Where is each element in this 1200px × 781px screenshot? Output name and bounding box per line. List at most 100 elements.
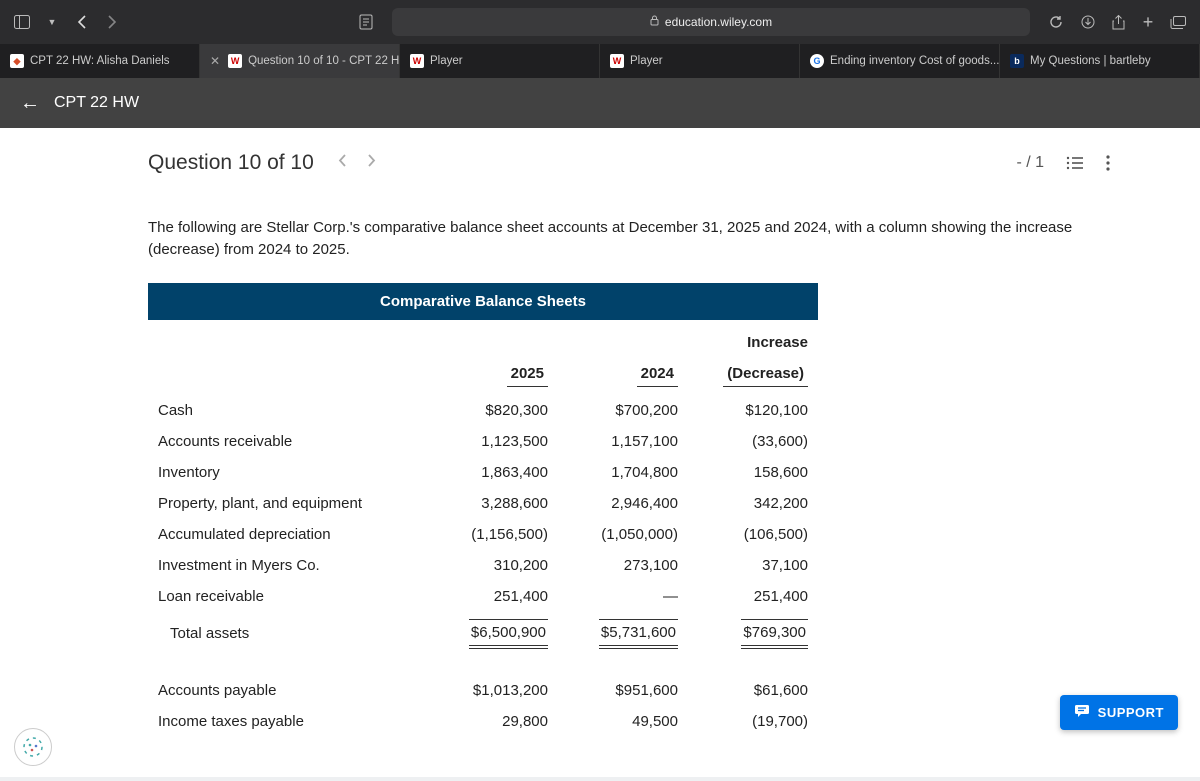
table-row: Accumulated depreciation(1,156,500)(1,05… — [148, 519, 818, 550]
tabs-overview-button[interactable] — [1164, 8, 1192, 36]
row-label: Accounts receivable — [148, 426, 428, 457]
cell-change: 342,200 — [688, 488, 818, 519]
table-row: Investment in Myers Co.310,200273,10037,… — [148, 550, 818, 581]
cell-2024: — — [558, 581, 688, 612]
cell-change: (106,500) — [688, 519, 818, 550]
favicon-wiley-icon: W — [228, 54, 242, 68]
cell-2024: 49,500 — [558, 706, 688, 737]
balance-sheet-table: Comparative Balance Sheets Increase 2025… — [148, 283, 818, 737]
table-row: Property, plant, and equipment3,288,6002… — [148, 488, 818, 519]
nav-forward-button[interactable] — [98, 8, 126, 36]
chat-icon — [1074, 704, 1090, 721]
cell-2025: 1,123,500 — [428, 426, 558, 457]
back-arrow-button[interactable]: ← — [20, 92, 40, 115]
cell-2024: $951,600 — [558, 656, 688, 706]
cell-change: (33,600) — [688, 426, 818, 457]
page-indicator: - / 1 — [1016, 154, 1044, 172]
row-label: Accumulated depreciation — [148, 519, 428, 550]
cell-change: 37,100 — [688, 550, 818, 581]
tab-label: My Questions | bartleby — [1030, 55, 1151, 67]
cell-2024: 1,157,100 — [558, 426, 688, 457]
total-assets-row: Total assets $6,500,900 $5,731,600 $769,… — [148, 612, 818, 656]
tab-item[interactable]: W Player — [400, 44, 600, 78]
cell-2025: 310,200 — [428, 550, 558, 581]
row-label: Income taxes payable — [148, 706, 428, 737]
cell-change: 251,400 — [688, 581, 818, 612]
favicon-bartleby-icon: b — [1010, 54, 1024, 68]
support-button[interactable]: SUPPORT — [1060, 695, 1178, 730]
new-tab-button[interactable]: + — [1134, 8, 1162, 36]
row-label: Accounts payable — [148, 656, 428, 706]
col-change-bottom: (Decrease) — [688, 351, 818, 395]
tab-item[interactable]: G Ending inventory Cost of goods... — [800, 44, 1000, 78]
table-row: Accounts receivable1,123,5001,157,100(33… — [148, 426, 818, 457]
cell-change: 158,600 — [688, 457, 818, 488]
row-label: Inventory — [148, 457, 428, 488]
downloads-button[interactable] — [1074, 8, 1102, 36]
favicon-wiley-icon: W — [410, 54, 424, 68]
address-bar[interactable]: education.wiley.com — [392, 8, 1030, 36]
tab-label: Player — [630, 55, 663, 67]
tab-item[interactable]: ✕ W Question 10 of 10 - CPT 22 HW — [200, 44, 400, 78]
tab-item[interactable]: ◆ CPT 22 HW: Alisha Daniels — [0, 44, 200, 78]
tab-strip: ◆ CPT 22 HW: Alisha Daniels ✕ W Question… — [0, 44, 1200, 78]
cell-change: $120,100 — [688, 395, 818, 426]
row-label: Investment in Myers Co. — [148, 550, 428, 581]
cell-2024: 2,946,400 — [558, 488, 688, 519]
close-icon[interactable]: ✕ — [210, 54, 220, 68]
favicon-wiley-icon: W — [610, 54, 624, 68]
sidebar-toggle-icon[interactable] — [8, 8, 36, 36]
cell-2025: (1,156,500) — [428, 519, 558, 550]
cell-2025: 29,800 — [428, 706, 558, 737]
list-icon[interactable] — [1066, 156, 1084, 170]
lock-icon — [650, 15, 659, 29]
row-label: Cash — [148, 395, 428, 426]
question-bar: Question 10 of 10 - / 1 — [0, 128, 1200, 199]
row-label: Property, plant, and equipment — [148, 488, 428, 519]
col-2024: 2024 — [558, 351, 688, 395]
page-title: CPT 22 HW — [54, 94, 139, 112]
content-area: The following are Stellar Corp.'s compar… — [0, 199, 1200, 781]
table-row: Cash$820,300$700,200$120,100 — [148, 395, 818, 426]
tab-label: CPT 22 HW: Alisha Daniels — [30, 55, 170, 67]
table-row: Inventory1,863,4001,704,800158,600 — [148, 457, 818, 488]
table-row: Income taxes payable29,80049,500(19,700) — [148, 706, 818, 737]
table-row: Loan receivable251,400—251,400 — [148, 581, 818, 612]
cell-2024: 273,100 — [558, 550, 688, 581]
intro-text: The following are Stellar Corp.'s compar… — [148, 217, 1108, 261]
cell-change: $61,600 — [688, 656, 818, 706]
tab-label: Ending inventory Cost of goods... — [830, 55, 999, 67]
tab-label: Player — [430, 55, 463, 67]
cell-2024: $700,200 — [558, 395, 688, 426]
cell-change: (19,700) — [688, 706, 818, 737]
col-change-top: Increase — [688, 320, 818, 351]
more-menu-button[interactable] — [1106, 155, 1110, 171]
share-button[interactable] — [1104, 8, 1132, 36]
support-label: SUPPORT — [1098, 705, 1164, 720]
prev-question-button[interactable] — [332, 150, 353, 176]
cell-2025: $820,300 — [428, 395, 558, 426]
table-title: Comparative Balance Sheets — [148, 283, 818, 320]
cell-2025: 3,288,600 — [428, 488, 558, 519]
nav-back-button[interactable] — [68, 8, 96, 36]
cell-2025: 251,400 — [428, 581, 558, 612]
page-header: ← CPT 22 HW — [0, 78, 1200, 128]
table-row: Accounts payable$1,013,200$951,600$61,60… — [148, 656, 818, 706]
reload-button[interactable] — [1042, 8, 1070, 36]
tab-item[interactable]: W Player — [600, 44, 800, 78]
favicon-google-icon: G — [810, 54, 824, 68]
row-label: Loan receivable — [148, 581, 428, 612]
reader-mode-button[interactable] — [352, 8, 380, 36]
cell-2024: 1,704,800 — [558, 457, 688, 488]
address-host: education.wiley.com — [665, 15, 772, 29]
next-question-button[interactable] — [361, 150, 382, 176]
browser-toolbar: ▼ education.wiley.com + — [0, 0, 1200, 44]
tab-item[interactable]: b My Questions | bartleby — [1000, 44, 1200, 78]
col-2025: 2025 — [428, 351, 558, 395]
favicon-canvas-icon: ◆ — [10, 54, 24, 68]
question-title: Question 10 of 10 — [148, 151, 314, 175]
tab-label: Question 10 of 10 - CPT 22 HW — [248, 55, 400, 67]
cookie-settings-button[interactable] — [14, 728, 52, 766]
chevron-down-icon[interactable]: ▼ — [38, 8, 66, 36]
cell-2025: $1,013,200 — [428, 656, 558, 706]
